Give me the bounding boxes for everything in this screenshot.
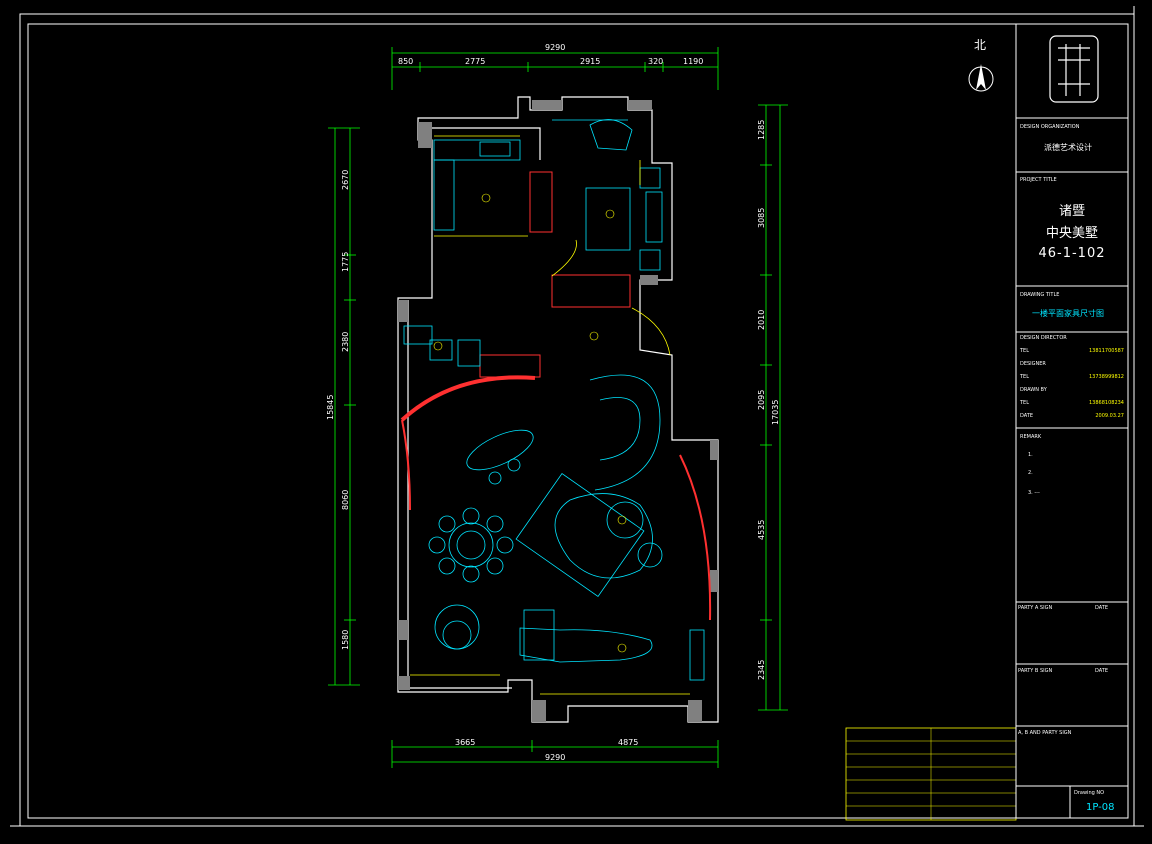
design-org-value: 派德艺术设计 <box>1044 143 1092 152</box>
furniture <box>403 119 705 681</box>
project-unit: 46-1-102 <box>1038 246 1106 261</box>
dim-top-2: 2775 <box>465 57 485 66</box>
info-row: DESIGNER <box>1020 361 1124 374</box>
drawing-title-value: 一楼平面家具尺寸图 <box>1032 309 1104 318</box>
dim-left-5: 1580 <box>341 630 350 650</box>
dim-left-2: 1775 <box>341 252 350 272</box>
outer-frame <box>19 13 1135 827</box>
party-a-label: PARTY A SIGN <box>1018 605 1053 611</box>
remark-label: REMARK <box>1020 434 1042 440</box>
info-row-label: TEL <box>1020 348 1029 354</box>
party-a-date-label: DATE <box>1095 605 1109 611</box>
info-row: TEL 13868108234 <box>1020 400 1124 413</box>
info-rows: DESIGN DIRECTOR TEL 13811700587 DESIGNER… <box>1020 335 1124 426</box>
info-row-label: DESIGNER <box>1020 361 1046 367</box>
dim-bottom-2: 4875 <box>618 738 638 747</box>
info-row-label: DESIGN DIRECTOR <box>1020 335 1067 341</box>
legend-lines <box>846 728 1016 820</box>
dim-top-3: 2915 <box>580 57 600 66</box>
info-row-value: 13811700587 <box>1089 348 1124 354</box>
project-title-label: PROJECT TITLE <box>1020 177 1057 183</box>
drawing-title-label: DRAWING TITLE <box>1020 292 1060 298</box>
floor-plan-drawing: 9290 850 2775 2915 320 1190 3665 4875 92… <box>10 6 1144 827</box>
walls <box>397 96 719 723</box>
info-row-label: DATE <box>1020 413 1034 419</box>
info-row: DESIGN DIRECTOR <box>1020 335 1124 348</box>
party-b-date-label: DATE <box>1095 668 1109 674</box>
hatched-walls <box>400 171 712 621</box>
info-row: DRAWN BY <box>1020 387 1124 400</box>
design-org-label: DESIGN ORGANIZATION <box>1020 124 1080 130</box>
north-label: 北 <box>974 38 987 52</box>
dim-right-6: 2345 <box>757 660 766 680</box>
wall-columns <box>398 100 718 722</box>
info-row-label: TEL <box>1020 374 1029 380</box>
dim-right-2: 3085 <box>757 208 766 228</box>
room-tags <box>433 193 627 653</box>
dim-right-4: 2095 <box>757 390 766 410</box>
remark-3: 3. --- <box>1028 490 1040 496</box>
dim-top-4: 320 <box>648 57 663 66</box>
dim-right-5: 4535 <box>757 520 766 540</box>
dim-right-3: 2010 <box>757 310 766 330</box>
dim-top-5: 1190 <box>683 57 703 66</box>
project-name: 诸暨 <box>1058 204 1085 219</box>
dim-left-3: 2380 <box>341 332 350 352</box>
remark-2: 2. <box>1028 470 1033 476</box>
remark-1: 1. <box>1028 452 1033 458</box>
ab-sign-label: A, B AND PARTY SIGN <box>1018 730 1072 736</box>
dim-right-total: 17035 <box>771 400 780 425</box>
drawing-no-label: Drawing NO <box>1074 790 1105 796</box>
info-row-value: 13868108234 <box>1089 400 1124 406</box>
dim-left-4: 8060 <box>341 490 350 510</box>
dim-left-total: 15845 <box>326 395 335 420</box>
party-b-label: PARTY B SIGN <box>1018 668 1053 674</box>
info-row-label: DRAWN BY <box>1020 387 1047 393</box>
dim-bottom-total: 9290 <box>545 753 565 762</box>
info-row: TEL 13738999812 <box>1020 374 1124 387</box>
info-row-label: TEL <box>1020 400 1029 406</box>
drawing-no-value: 1P-08 <box>1086 802 1115 813</box>
dim-right-1: 1285 <box>757 120 766 140</box>
inner-frame <box>27 23 1129 819</box>
logo-seal <box>1049 35 1099 103</box>
info-row: TEL 13811700587 <box>1020 348 1124 361</box>
dim-bottom-1: 3665 <box>455 738 475 747</box>
info-row-value: 13738999812 <box>1089 374 1124 380</box>
dim-top-total: 9290 <box>545 43 565 52</box>
info-row-value: 2009.03.27 <box>1095 413 1124 419</box>
info-row: DATE 2009.03.27 <box>1020 413 1124 426</box>
project-subname: 中央美墅 <box>1045 226 1098 241</box>
dim-top-1: 850 <box>398 57 413 66</box>
dim-left-1: 2670 <box>341 170 350 190</box>
